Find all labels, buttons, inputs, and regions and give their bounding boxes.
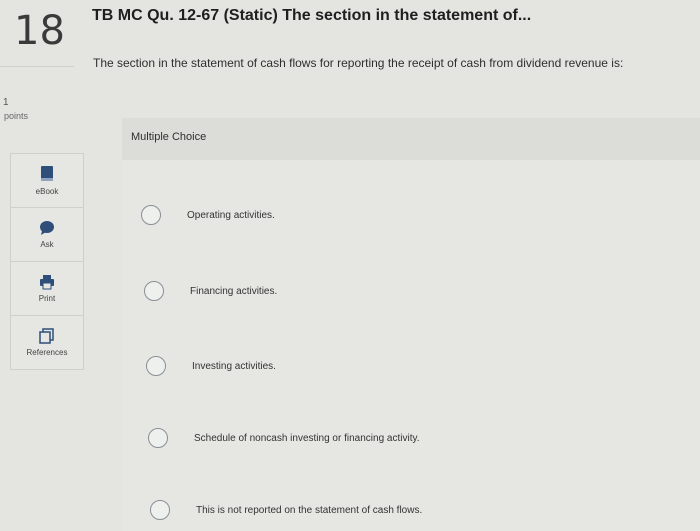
ask-label: Ask: [40, 240, 54, 249]
choice-label: Investing activities.: [192, 360, 276, 372]
multiple-choice-header: Multiple Choice: [122, 118, 700, 160]
references-icon: [39, 328, 54, 344]
radio-button[interactable]: [146, 356, 166, 376]
print-button[interactable]: Print: [11, 262, 83, 316]
points-value: 1: [3, 97, 9, 108]
choice-label: Schedule of noncash investing or financi…: [194, 432, 420, 444]
references-button[interactable]: References: [11, 316, 83, 369]
radio-button[interactable]: [150, 500, 170, 520]
ebook-icon: [41, 166, 53, 181]
points-label: points: [4, 111, 29, 121]
choice-noncash-schedule[interactable]: Schedule of noncash investing or financi…: [148, 428, 420, 448]
choice-operating[interactable]: Operating activities.: [141, 205, 275, 225]
question-title: TB MC Qu. 12-67 (Static) The section in …: [92, 7, 532, 24]
choice-label: Operating activities.: [187, 209, 275, 221]
print-icon: [40, 275, 54, 290]
ebook-button[interactable]: eBook: [11, 154, 83, 208]
choice-label: Financing activities.: [190, 285, 278, 297]
ask-icon: [40, 221, 54, 235]
radio-button[interactable]: [144, 281, 164, 301]
choice-label: This is not reported on the statement of…: [196, 504, 423, 516]
choice-investing[interactable]: Investing activities.: [146, 356, 276, 376]
tools-panel: eBook Ask Print References: [10, 153, 84, 370]
question-number: 18: [14, 8, 65, 54]
question-prompt: The section in the statement of cash flo…: [93, 56, 624, 70]
choice-financing[interactable]: Financing activities.: [144, 281, 277, 301]
radio-button[interactable]: [141, 205, 161, 225]
choice-not-reported[interactable]: This is not reported on the statement of…: [150, 500, 422, 520]
radio-button[interactable]: [148, 428, 168, 448]
ebook-label: eBook: [35, 187, 59, 196]
multiple-choice-label: Multiple Choice: [131, 131, 207, 143]
ask-button[interactable]: Ask: [11, 208, 83, 262]
divider: [0, 66, 74, 67]
print-label: Print: [38, 294, 56, 303]
references-label: References: [26, 348, 68, 357]
